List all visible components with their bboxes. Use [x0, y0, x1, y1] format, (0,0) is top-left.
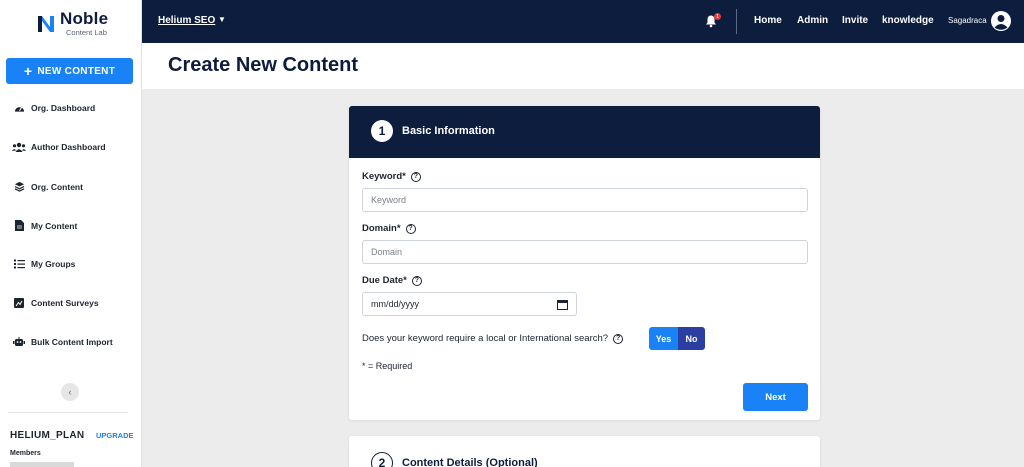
local-search-question: Does your keyword require a local or Int… — [362, 333, 624, 344]
card-header: 1 Basic Information — [349, 106, 820, 158]
new-content-button[interactable]: + NEW CONTENT — [6, 58, 133, 84]
sidebar-item-content-surveys[interactable]: Content Surveys — [12, 298, 99, 308]
help-icon[interactable]: ? — [405, 223, 416, 234]
gauge-icon — [12, 103, 26, 113]
sidebar-item-label: Org. Content — [31, 181, 83, 192]
plus-icon: + — [23, 63, 33, 79]
domain-label: Domain* ? — [362, 223, 416, 234]
step-title: Content Details (Optional) — [402, 457, 538, 467]
sidebar-item-bulk-content-import[interactable]: Bulk Content Import — [12, 337, 113, 347]
robot-icon — [12, 337, 26, 347]
sidebar-item-label: Content Surveys — [31, 298, 99, 308]
collapse-sidebar-button[interactable]: ‹ — [61, 383, 79, 401]
divider — [736, 9, 737, 34]
due-date-label-text: Due Date* — [362, 275, 407, 286]
chart-icon — [12, 298, 26, 308]
basic-information-card: 1 Basic Information Keyword* ? Keyword D… — [349, 106, 820, 420]
content-details-card[interactable]: 2 Content Details (Optional) — [349, 436, 820, 467]
sidebar-item-org-dashboard[interactable]: Org. Dashboard — [12, 103, 95, 113]
top-navbar: Helium SEO ▼ 1 Home Admin Invite knowled… — [142, 0, 1024, 43]
help-icon[interactable]: ? — [410, 171, 421, 182]
sidebar-item-label: Org. Dashboard — [31, 103, 96, 113]
keyword-label-text: Keyword* — [362, 171, 406, 182]
due-date-label: Due Date* ? — [362, 275, 422, 286]
brand-subtitle: Content Lab — [66, 28, 107, 37]
user-avatar-icon[interactable] — [991, 11, 1011, 31]
list-icon — [12, 259, 26, 269]
sidebar-item-label: My Content — [31, 220, 78, 231]
sidebar-item-author-dashboard[interactable]: Author Dashboard — [12, 142, 106, 152]
noble-logo-icon — [38, 16, 54, 33]
file-icon — [12, 220, 26, 231]
layers-icon — [12, 181, 26, 192]
sidebar-item-my-content[interactable]: My Content — [12, 220, 77, 231]
no-button[interactable]: No — [678, 327, 705, 350]
members-progress-bar — [10, 462, 74, 467]
help-icon[interactable]: ? — [411, 275, 422, 286]
notification-badge: 1 — [714, 13, 721, 20]
nav-link-knowledge[interactable]: knowledge — [882, 15, 934, 26]
divider — [8, 412, 128, 413]
question-text: Does your keyword require a local or Int… — [362, 333, 609, 344]
users-icon — [12, 142, 26, 152]
step-number: 2 — [371, 452, 393, 467]
yes-button[interactable]: Yes — [649, 327, 678, 350]
keyword-input[interactable]: Keyword — [362, 188, 808, 212]
domain-label-text: Domain* — [362, 223, 401, 234]
sidebar-item-label: Author Dashboard — [31, 142, 106, 152]
sidebar-item-my-groups[interactable]: My Groups — [12, 259, 75, 269]
next-button[interactable]: Next — [743, 383, 808, 411]
due-date-placeholder: mm/dd/yyyy — [371, 299, 420, 309]
org-switcher[interactable]: Helium SEO — [158, 15, 215, 26]
sidebar-item-org-content[interactable]: Org. Content — [12, 181, 83, 192]
required-note: * = Required — [362, 361, 413, 371]
caret-down-icon[interactable]: ▼ — [218, 15, 226, 24]
domain-input[interactable]: Domain — [362, 240, 808, 264]
help-icon[interactable]: ? — [613, 333, 624, 344]
brand-logo[interactable]: Noble Content Lab — [36, 10, 108, 37]
user-name[interactable]: Sagadraca — [948, 16, 987, 25]
new-content-label: NEW CONTENT — [37, 65, 116, 77]
sidebar: Noble Content Lab + NEW CONTENT Org. Das… — [0, 0, 142, 467]
plan-name: HELIUM_PLAN — [10, 430, 85, 441]
page-header: Create New Content — [142, 43, 1024, 89]
nav-link-home[interactable]: Home — [754, 15, 782, 26]
step-title: Basic Information — [402, 125, 495, 137]
due-date-input[interactable]: mm/dd/yyyy — [362, 292, 577, 316]
local-search-toggle: Yes No — [649, 327, 705, 350]
sidebar-item-label: My Groups — [31, 259, 76, 269]
keyword-label: Keyword* ? — [362, 171, 421, 182]
step-number: 1 — [371, 120, 393, 142]
chevron-left-icon: ‹ — [68, 387, 72, 397]
upgrade-link[interactable]: UPGRADE — [96, 431, 134, 440]
page-title: Create New Content — [168, 54, 359, 76]
members-label: Members — [10, 450, 41, 457]
sidebar-item-label: Bulk Content Import — [31, 337, 113, 347]
calendar-icon[interactable] — [557, 299, 568, 310]
brand-title: Noble — [60, 9, 109, 28]
nav-link-invite[interactable]: Invite — [842, 15, 868, 26]
nav-link-admin[interactable]: Admin — [797, 15, 828, 26]
